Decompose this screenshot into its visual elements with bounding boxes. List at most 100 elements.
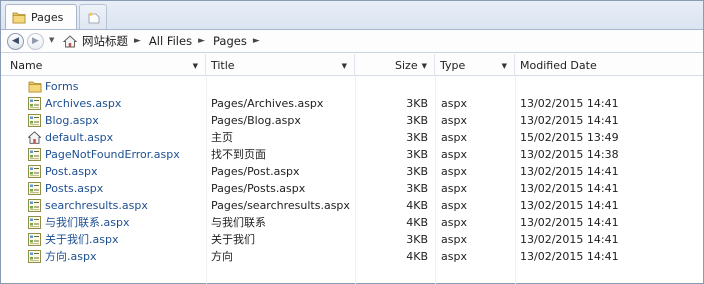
- column-header-type[interactable]: Type ▼: [435, 54, 515, 76]
- file-name-cell[interactable]: default.aspx: [27, 129, 113, 146]
- table-row[interactable]: searchresults.aspx Pages/searchresults.as…: [1, 197, 703, 214]
- table-row[interactable]: Blog.aspx Pages/Blog.aspx 3KB aspx 13/02/201…: [1, 112, 703, 129]
- file-title-cell: Pages/Post.aspx: [211, 165, 300, 178]
- breadcrumb-item-all-files[interactable]: All Files: [146, 34, 195, 48]
- column-filter-dropdown-icon[interactable]: ▼: [422, 62, 427, 70]
- file-name-cell[interactable]: 关于我们.aspx: [28, 231, 118, 248]
- file-name-link[interactable]: 方向.aspx: [45, 248, 96, 265]
- file-name-link[interactable]: Forms: [45, 78, 78, 95]
- file-name-link[interactable]: 关于我们.aspx: [45, 231, 118, 248]
- file-type-cell: aspx: [441, 131, 467, 144]
- breadcrumb-item-site[interactable]: 网站标题: [79, 33, 131, 49]
- file-title-cell: Pages/Archives.aspx: [211, 97, 324, 110]
- file-size-cell: 3KB: [406, 233, 428, 246]
- file-modified-cell: 13/02/2015 14:41: [520, 114, 619, 127]
- file-title-cell: 与我们联系: [211, 216, 266, 229]
- aspx-page-icon: [28, 97, 41, 110]
- breadcrumb-chevron-icon[interactable]: ►: [195, 36, 210, 46]
- table-row[interactable]: 方向.aspx 方向 4KB aspx 13/02/2015 14:41: [1, 248, 703, 265]
- column-header-modified[interactable]: Modified Date: [515, 54, 700, 76]
- tab-label: Pages: [31, 11, 64, 24]
- file-name-cell[interactable]: 方向.aspx: [28, 248, 96, 265]
- new-tab-button[interactable]: [79, 4, 107, 29]
- file-title-cell: Pages/Posts.aspx: [211, 182, 306, 195]
- column-filter-dropdown-icon[interactable]: ▼: [193, 62, 198, 70]
- file-name-link[interactable]: Blog.aspx: [45, 112, 99, 129]
- file-type-cell: aspx: [441, 182, 467, 195]
- file-size-cell: [355, 78, 428, 95]
- explorer-window: Pages ◀ ▶ ▼ 网站标题 ► All Files ► Pages ► N…: [0, 0, 704, 284]
- file-name-cell[interactable]: searchresults.aspx: [28, 197, 148, 214]
- aspx-page-icon: [28, 199, 41, 212]
- aspx-page-icon: [28, 114, 41, 127]
- file-name-cell[interactable]: Archives.aspx: [28, 95, 121, 112]
- table-row[interactable]: 关于我们.aspx 关于我们 3KB aspx 13/02/2015 14:41: [1, 231, 703, 248]
- forward-arrow-icon: ▶: [32, 36, 39, 46]
- file-type-cell: aspx: [441, 165, 467, 178]
- file-size-cell: 3KB: [406, 165, 428, 178]
- column-filter-dropdown-icon[interactable]: ▼: [342, 62, 347, 70]
- file-list: Forms Archives.aspx Pages/Archives.aspx 3KB…: [1, 78, 703, 265]
- aspx-page-icon: [28, 182, 41, 195]
- tab-strip: Pages: [1, 1, 703, 30]
- folder-icon: [12, 11, 26, 24]
- file-title-cell: 主页: [211, 131, 233, 144]
- file-title-cell: Pages/Blog.aspx: [211, 114, 301, 127]
- file-type-cell: aspx: [441, 250, 467, 263]
- table-row[interactable]: Post.aspx Pages/Post.aspx 3KB aspx 13/02/201…: [1, 163, 703, 180]
- aspx-page-icon: [28, 148, 41, 161]
- file-title-cell: 关于我们: [211, 233, 255, 246]
- file-name-cell[interactable]: Post.aspx: [28, 163, 97, 180]
- table-row[interactable]: Archives.aspx Pages/Archives.aspx 3KB aspx 1…: [1, 95, 703, 112]
- file-size-cell: 3KB: [406, 131, 428, 144]
- file-name-cell[interactable]: 与我们联系.aspx: [28, 214, 129, 231]
- file-type-cell: aspx: [441, 233, 467, 246]
- file-name-cell[interactable]: Forms: [28, 78, 78, 95]
- back-button[interactable]: ◀: [7, 33, 24, 50]
- file-name-link[interactable]: default.aspx: [45, 129, 113, 146]
- breadcrumb-item-pages[interactable]: Pages: [210, 34, 250, 48]
- aspx-page-icon: [28, 216, 41, 229]
- table-row[interactable]: 与我们联系.aspx 与我们联系 4KB aspx 13/02/2015 14:41: [1, 214, 703, 231]
- file-size-cell: 3KB: [406, 148, 428, 161]
- file-type-cell: aspx: [441, 114, 467, 127]
- file-name-cell[interactable]: PageNotFoundError.aspx: [28, 146, 180, 163]
- breadcrumb-chevron-icon[interactable]: ►: [250, 36, 265, 46]
- file-type-cell: aspx: [441, 148, 467, 161]
- column-label-name: Name: [10, 58, 43, 72]
- column-header-name[interactable]: Name ▼: [5, 54, 206, 76]
- history-dropdown-icon[interactable]: ▼: [49, 36, 54, 44]
- tab-pages[interactable]: Pages: [5, 4, 77, 30]
- file-name-link[interactable]: searchresults.aspx: [45, 197, 148, 214]
- file-type-cell: aspx: [441, 216, 467, 229]
- new-tab-icon: [87, 11, 100, 24]
- column-header: Name ▼ Title ▼ Size ▼ Type ▼ Modified Da…: [1, 54, 703, 76]
- table-row[interactable]: Forms: [1, 78, 703, 95]
- file-name-link[interactable]: PageNotFoundError.aspx: [45, 146, 180, 163]
- file-name-link[interactable]: Post.aspx: [45, 163, 97, 180]
- column-filter-dropdown-icon[interactable]: ▼: [502, 62, 507, 70]
- file-modified-cell: 13/02/2015 14:41: [520, 233, 619, 246]
- file-name-cell[interactable]: Blog.aspx: [28, 112, 99, 129]
- file-type-cell: aspx: [441, 97, 467, 110]
- file-name-link[interactable]: Posts.aspx: [45, 180, 103, 197]
- breadcrumb-chevron-icon[interactable]: ►: [131, 36, 146, 46]
- column-header-size[interactable]: Size ▼: [355, 54, 435, 76]
- table-row[interactable]: PageNotFoundError.aspx 找不到页面 3KB aspx 13/02/…: [1, 146, 703, 163]
- file-type-cell: aspx: [441, 199, 467, 212]
- file-modified-cell: 13/02/2015 14:41: [520, 216, 619, 229]
- home-icon[interactable]: [62, 34, 78, 48]
- table-row[interactable]: Posts.aspx Pages/Posts.aspx 3KB aspx 13/02/2…: [1, 180, 703, 197]
- file-name-link[interactable]: Archives.aspx: [45, 95, 121, 112]
- file-modified-cell: 13/02/2015 14:41: [520, 97, 619, 110]
- column-header-title[interactable]: Title ▼: [206, 54, 355, 76]
- file-size-cell: 3KB: [406, 114, 428, 127]
- file-name-link[interactable]: 与我们联系.aspx: [45, 214, 129, 231]
- aspx-page-icon: [28, 233, 41, 246]
- table-row[interactable]: default.aspx 主页 3KB aspx 15/02/2015 13:49: [1, 129, 703, 146]
- folder-icon: [28, 80, 42, 93]
- column-label-type: Type: [440, 58, 466, 72]
- file-name-cell[interactable]: Posts.aspx: [28, 180, 103, 197]
- forward-button[interactable]: ▶: [27, 33, 44, 50]
- aspx-page-icon: [28, 165, 41, 178]
